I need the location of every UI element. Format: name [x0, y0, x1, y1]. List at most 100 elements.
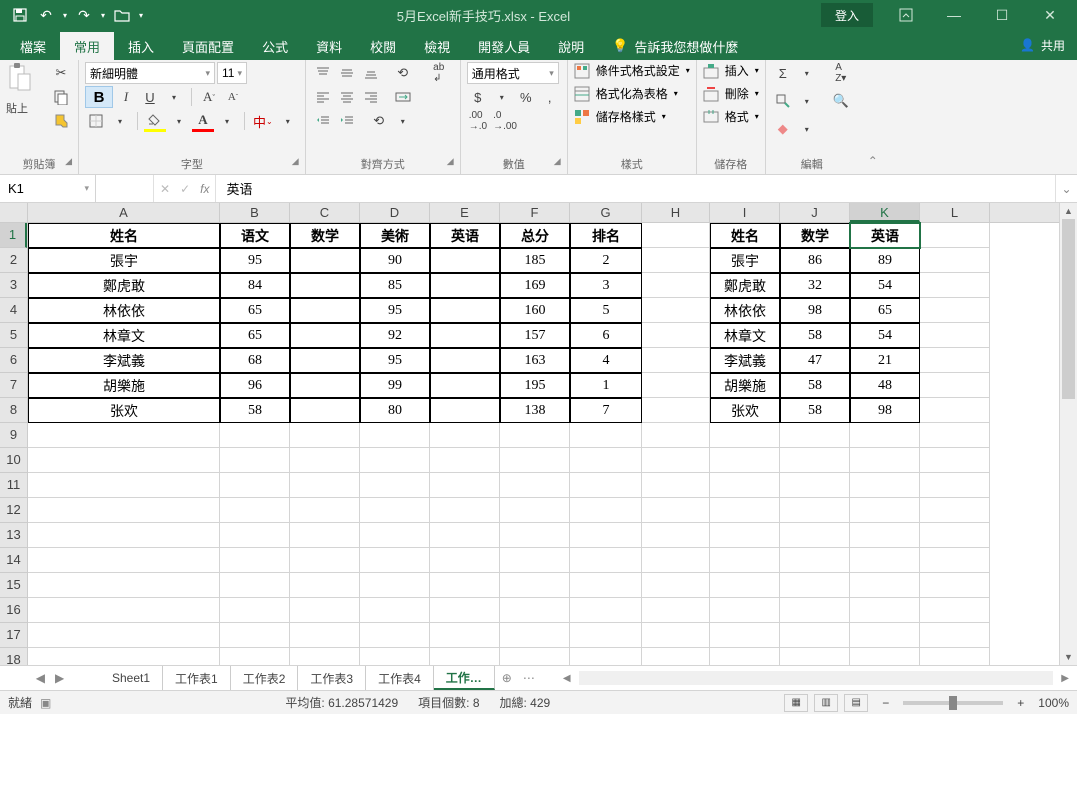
cell-I11[interactable]: [710, 473, 780, 498]
tab-insert[interactable]: 插入: [114, 32, 168, 60]
zoom-slider[interactable]: [903, 701, 1003, 705]
cell-L5[interactable]: [920, 323, 990, 348]
sheet-more-icon[interactable]: ⋯: [523, 671, 535, 685]
cell-F14[interactable]: [500, 548, 570, 573]
cell-L6[interactable]: [920, 348, 990, 373]
maximize-button[interactable]: ☐: [979, 0, 1025, 30]
cell-A8[interactable]: 张欢: [28, 398, 220, 423]
cell-G1[interactable]: 排名: [570, 223, 642, 248]
cell-E15[interactable]: [430, 573, 500, 598]
login-button[interactable]: 登入: [821, 3, 873, 27]
align-center-button[interactable]: [336, 86, 358, 108]
autosum-button[interactable]: Σ: [772, 62, 794, 84]
sheet-tab-2[interactable]: 工作表2: [231, 666, 299, 690]
fill-color-button[interactable]: [144, 110, 166, 132]
cell-E2[interactable]: [430, 248, 500, 273]
cell-D10[interactable]: [360, 448, 430, 473]
cancel-icon[interactable]: ✕: [160, 182, 170, 196]
row-header-13[interactable]: 13: [0, 523, 27, 548]
cell-G17[interactable]: [570, 623, 642, 648]
row-header-8[interactable]: 8: [0, 398, 27, 423]
cell-E4[interactable]: [430, 298, 500, 323]
cell-I17[interactable]: [710, 623, 780, 648]
cell-C10[interactable]: [290, 448, 360, 473]
cell-J14[interactable]: [780, 548, 850, 573]
currency-dropdown[interactable]: ▾: [491, 86, 513, 108]
cell-A9[interactable]: [28, 423, 220, 448]
cell-K17[interactable]: [850, 623, 920, 648]
cell-F10[interactable]: [500, 448, 570, 473]
cell-H10[interactable]: [642, 448, 710, 473]
cell-D12[interactable]: [360, 498, 430, 523]
tell-me[interactable]: 💡 告訴我您想做什麼: [598, 32, 752, 60]
sheet-tab-1[interactable]: 工作表1: [163, 666, 231, 690]
row-header-7[interactable]: 7: [0, 373, 27, 398]
cell-F4[interactable]: 160: [500, 298, 570, 323]
row-header-18[interactable]: 18: [0, 648, 27, 665]
cell-F11[interactable]: [500, 473, 570, 498]
decrease-font-button[interactable]: Aˇ: [222, 86, 244, 108]
cell-E16[interactable]: [430, 598, 500, 623]
cell-I5[interactable]: 林章文: [710, 323, 780, 348]
decrease-decimal-button[interactable]: .0→.00: [491, 110, 519, 132]
row-header-17[interactable]: 17: [0, 623, 27, 648]
cell-F15[interactable]: [500, 573, 570, 598]
find-button[interactable]: 🔍: [830, 90, 852, 112]
row-header-11[interactable]: 11: [0, 473, 27, 498]
cell-C18[interactable]: [290, 648, 360, 665]
cell-L18[interactable]: [920, 648, 990, 665]
format-painter-button[interactable]: [50, 110, 72, 132]
qat-customize[interactable]: ▾: [136, 3, 146, 27]
cell-B11[interactable]: [220, 473, 290, 498]
increase-decimal-button[interactable]: .00→.0: [467, 110, 489, 132]
cell-J5[interactable]: 58: [780, 323, 850, 348]
fill-button[interactable]: [772, 90, 794, 112]
align-right-button[interactable]: [360, 86, 382, 108]
cell-A14[interactable]: [28, 548, 220, 573]
tab-formulas[interactable]: 公式: [248, 32, 302, 60]
cell-B7[interactable]: 96: [220, 373, 290, 398]
cell-E12[interactable]: [430, 498, 500, 523]
number-format-select[interactable]: 通用格式▾: [467, 62, 559, 84]
wrap-text-alt[interactable]: ab↲: [424, 62, 454, 84]
underline-dropdown[interactable]: ▾: [163, 86, 185, 108]
clear-dropdown[interactable]: ▾: [796, 118, 818, 140]
tab-data[interactable]: 資料: [302, 32, 356, 60]
tab-home[interactable]: 常用: [60, 32, 114, 60]
cell-A15[interactable]: [28, 573, 220, 598]
cell-A16[interactable]: [28, 598, 220, 623]
format-table-button[interactable]: 格式化為表格▾: [574, 85, 690, 102]
align-middle-button[interactable]: [336, 62, 358, 84]
cell-J9[interactable]: [780, 423, 850, 448]
cut-button[interactable]: ✂: [50, 62, 72, 84]
undo-button[interactable]: ↶: [34, 3, 58, 27]
page-break-view-button[interactable]: ▤: [844, 694, 868, 712]
cell-L8[interactable]: [920, 398, 990, 423]
cell-J7[interactable]: 58: [780, 373, 850, 398]
cell-E8[interactable]: [430, 398, 500, 423]
hscroll-track[interactable]: [579, 671, 1054, 685]
cell-A5[interactable]: 林章文: [28, 323, 220, 348]
cell-A1[interactable]: 姓名: [28, 223, 220, 248]
cell-G6[interactable]: 4: [570, 348, 642, 373]
cell-I9[interactable]: [710, 423, 780, 448]
phonetic-dropdown[interactable]: ▾: [277, 110, 299, 132]
cell-H1[interactable]: [642, 223, 710, 248]
cell-J16[interactable]: [780, 598, 850, 623]
cell-G7[interactable]: 1: [570, 373, 642, 398]
cell-C15[interactable]: [290, 573, 360, 598]
cell-J1[interactable]: 数学: [780, 223, 850, 248]
cell-B8[interactable]: 58: [220, 398, 290, 423]
decrease-indent-button[interactable]: [312, 110, 334, 132]
cell-D3[interactable]: 85: [360, 273, 430, 298]
cell-D6[interactable]: 95: [360, 348, 430, 373]
cell-E18[interactable]: [430, 648, 500, 665]
cell-C17[interactable]: [290, 623, 360, 648]
row-header-2[interactable]: 2: [0, 248, 27, 273]
cell-B12[interactable]: [220, 498, 290, 523]
col-header-A[interactable]: A: [28, 203, 220, 222]
cell-K3[interactable]: 54: [850, 273, 920, 298]
name-box[interactable]: K1: [0, 175, 96, 202]
col-header-C[interactable]: C: [290, 203, 360, 222]
cell-L2[interactable]: [920, 248, 990, 273]
